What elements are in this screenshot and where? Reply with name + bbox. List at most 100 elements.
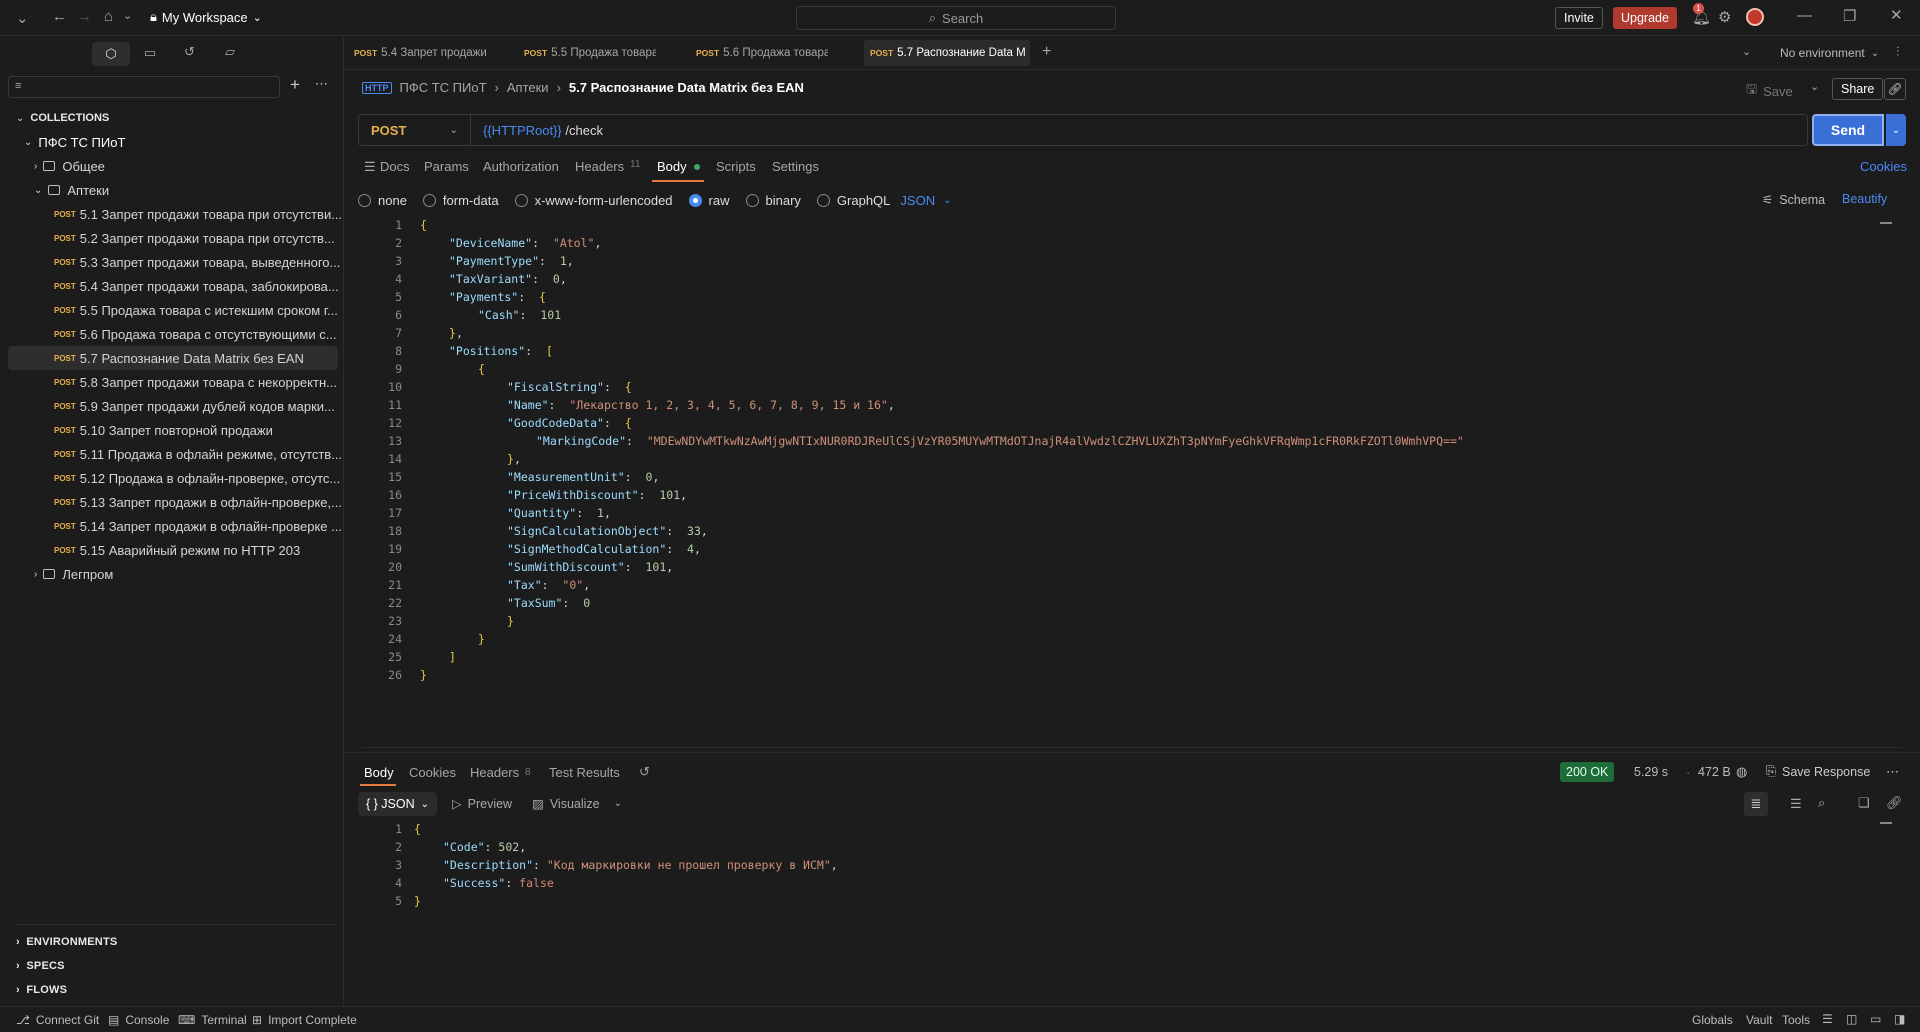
- tab-request-active[interactable]: POST 5.7 Распознание Data M: [864, 40, 1030, 66]
- wrap-lines-icon[interactable]: ≣: [1744, 792, 1768, 816]
- upgrade-button[interactable]: Upgrade: [1613, 7, 1677, 29]
- search-input[interactable]: ⌕ Search: [796, 6, 1116, 30]
- history-icon[interactable]: ↺: [639, 764, 650, 780]
- console-button[interactable]: ▤ Console: [108, 1013, 169, 1027]
- send-button[interactable]: Send: [1812, 114, 1884, 146]
- request-item[interactable]: POST 5.10 Запрет повторной продажи: [0, 418, 344, 442]
- collection-root[interactable]: ⌄ ПФС ТС ПИоТ: [0, 130, 344, 154]
- two-pane-icon[interactable]: ◫: [1846, 1012, 1857, 1026]
- tabs-overflow-icon[interactable]: ⌄: [1742, 45, 1751, 58]
- chevron-down-icon[interactable]: ⌄: [16, 9, 29, 27]
- search-icon[interactable]: ⌕: [1818, 795, 1825, 811]
- sidebar-filter-input[interactable]: ≡: [8, 76, 280, 98]
- method-select[interactable]: POST ⌄: [359, 115, 471, 145]
- request-item[interactable]: POST 5.8 Запрет продажи товара с некоррек…: [0, 370, 344, 394]
- breadcrumb-folder[interactable]: Аптеки: [507, 80, 549, 95]
- radio-binary[interactable]: [745, 193, 759, 207]
- request-item[interactable]: POST 5.11 Продажа в офлайн режиме, отсутс…: [0, 442, 344, 466]
- forward-arrow-icon[interactable]: →: [77, 8, 92, 25]
- radio-urlencoded[interactable]: [514, 193, 528, 207]
- collections-view-icon[interactable]: ⬡: [92, 42, 130, 66]
- breadcrumb-root[interactable]: ПФС ТС ПИоТ: [400, 80, 487, 95]
- workspace-switcher[interactable]: 🔒︎ My Workspace ⌄: [150, 9, 262, 25]
- tools-button[interactable]: Tools: [1782, 1013, 1810, 1027]
- request-item[interactable]: POST 5.2 Запрет продажи товара при отсутс…: [0, 226, 344, 250]
- collections-header[interactable]: ⌄ COLLECTIONS: [0, 106, 344, 130]
- gear-icon[interactable]: ⚙: [1718, 8, 1731, 26]
- response-size[interactable]: 472 B: [1698, 765, 1731, 779]
- response-tab-body[interactable]: Body: [364, 765, 394, 780]
- request-body-editor[interactable]: 1 {2 "DeviceName": "Atol", 3 "PaymentType": …: [362, 218, 1902, 748]
- tab-request[interactable]: POST5.4 Запрет продажи то: [348, 40, 486, 66]
- restore-icon[interactable]: ❐: [1843, 7, 1856, 25]
- globe-icon[interactable]: ◍: [1736, 764, 1747, 780]
- response-tab-cookies[interactable]: Cookies: [409, 765, 456, 780]
- request-item[interactable]: POST 5.12 Продажа в офлайн-проверке, отсу…: [0, 466, 344, 490]
- link-icon[interactable]: 🔗︎: [1884, 78, 1906, 100]
- settings-sliders-icon[interactable]: ☰: [1822, 1012, 1833, 1026]
- request-item[interactable]: POST 5.3 Запрет продажи товара, выведенно…: [0, 250, 344, 274]
- preview-button[interactable]: ▷ Preview: [452, 796, 512, 812]
- home-icon[interactable]: ⌂: [104, 8, 113, 25]
- scrollbar[interactable]: [1880, 222, 1892, 224]
- tab-docs[interactable]: Docs: [380, 159, 410, 174]
- new-tab-icon[interactable]: +: [1042, 43, 1051, 61]
- tab-scripts[interactable]: Scripts: [716, 159, 756, 174]
- environment-quicklook-icon[interactable]: ⫶: [1896, 44, 1899, 60]
- vault-button[interactable]: Vault: [1746, 1013, 1772, 1027]
- terminal-button[interactable]: ⌨ Terminal: [178, 1013, 247, 1027]
- filter-icon[interactable]: ☰: [1790, 796, 1802, 812]
- tab-headers[interactable]: Headers: [575, 159, 624, 174]
- flows-section[interactable]: › FLOWS: [16, 984, 67, 996]
- tab-request[interactable]: POST5.5 Продажа товара с и: [518, 40, 656, 66]
- globals-button[interactable]: Globals: [1692, 1013, 1733, 1027]
- response-tab-headers[interactable]: Headers: [470, 765, 519, 780]
- connect-git-button[interactable]: ⎇ Connect Git: [16, 1013, 99, 1027]
- save-response-button[interactable]: ⎘ Save Response: [1766, 764, 1870, 779]
- close-icon[interactable]: ✕: [1890, 6, 1903, 24]
- tab-body[interactable]: Body: [657, 159, 687, 174]
- body-format-select[interactable]: JSON: [900, 193, 935, 208]
- home-dropdown-icon[interactable]: ⌄: [123, 9, 132, 22]
- request-item[interactable]: POST 5.15 Аварийный режим по HTTP 203: [0, 538, 344, 562]
- send-dropdown-icon[interactable]: ⌄: [1886, 114, 1906, 146]
- specs-section[interactable]: › SPECS: [16, 960, 65, 972]
- link-icon[interactable]: 🔗︎: [1886, 795, 1903, 811]
- scrollbar[interactable]: [1880, 822, 1892, 824]
- radio-raw[interactable]: [688, 193, 702, 207]
- environments-view-icon[interactable]: ▭: [144, 45, 156, 61]
- tab-authorization[interactable]: Authorization: [483, 159, 559, 174]
- environments-section[interactable]: › ENVIRONMENTS: [16, 936, 117, 948]
- request-item[interactable]: POST 5.7 Распознание Data Matrix без EAN: [8, 346, 338, 370]
- save-dropdown-icon[interactable]: ⌄: [1810, 80, 1819, 93]
- radio-form-data[interactable]: [422, 193, 436, 207]
- request-item[interactable]: POST 5.6 Продажа товара с отсутствующими …: [0, 322, 344, 346]
- schema-button[interactable]: ⚟ Schema: [1762, 192, 1825, 208]
- bottom-pane-icon[interactable]: ▭: [1870, 1012, 1881, 1026]
- response-time[interactable]: 5.29 s: [1634, 765, 1668, 779]
- back-arrow-icon[interactable]: ←: [52, 8, 67, 25]
- request-item[interactable]: POST 5.4 Запрет продажи товара, заблокиро…: [0, 274, 344, 298]
- beautify-button[interactable]: Beautify: [1842, 192, 1887, 206]
- right-pane-icon[interactable]: ◨: [1894, 1012, 1905, 1026]
- request-item[interactable]: POST 5.13 Запрет продажи в офлайн-проверк…: [0, 490, 344, 514]
- visualize-button[interactable]: ▨ Visualize ⌄: [532, 796, 622, 812]
- response-body-viewer[interactable]: 1 {2 "Code": 502, 3 "Description": "Код марк…: [362, 822, 1902, 1002]
- environment-selector[interactable]: No environment ⌄: [1780, 46, 1879, 60]
- add-icon[interactable]: +: [290, 75, 300, 95]
- request-item[interactable]: POST 5.1 Запрет продажи товара при отсутс…: [0, 202, 344, 226]
- avatar[interactable]: [1746, 8, 1764, 26]
- save-button[interactable]: 🖫︎ Save: [1746, 80, 1793, 102]
- response-format-select[interactable]: { } JSON ⌄: [358, 792, 438, 816]
- request-item[interactable]: POST 5.5 Продажа товара с истекшим сроком…: [0, 298, 344, 322]
- folder-pharmacy[interactable]: ⌄ Аптеки: [0, 178, 344, 202]
- history-icon[interactable]: ↺: [184, 44, 195, 60]
- more-options-icon[interactable]: ⋯: [1886, 764, 1899, 780]
- status-badge[interactable]: 200 OK: [1560, 762, 1615, 782]
- tab-settings[interactable]: Settings: [772, 159, 819, 174]
- radio-graphql[interactable]: [816, 193, 830, 207]
- folder-general[interactable]: › Общее: [0, 154, 344, 178]
- share-button[interactable]: Share: [1832, 78, 1884, 100]
- minimize-icon[interactable]: —: [1797, 7, 1812, 24]
- invite-button[interactable]: Invite: [1555, 7, 1603, 29]
